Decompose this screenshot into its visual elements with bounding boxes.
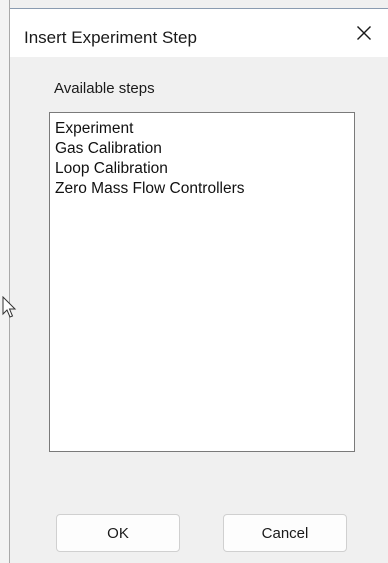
top-border xyxy=(0,0,388,8)
available-steps-listbox[interactable]: Experiment Gas Calibration Loop Calibrat… xyxy=(49,112,355,452)
list-item-experiment[interactable]: Experiment xyxy=(55,119,354,139)
list-item-loop-calibration[interactable]: Loop Calibration xyxy=(55,159,354,179)
mouse-cursor-icon xyxy=(2,296,17,318)
close-button[interactable] xyxy=(340,9,388,57)
dialog-titlebar: Insert Experiment Step xyxy=(10,9,388,57)
list-item-gas-calibration[interactable]: Gas Calibration xyxy=(55,139,354,159)
dialog-body: Available steps Experiment Gas Calibrati… xyxy=(10,57,388,563)
background-window-edge xyxy=(0,0,10,563)
available-steps-label: Available steps xyxy=(54,80,155,97)
cancel-button[interactable]: Cancel xyxy=(223,514,347,552)
ok-button[interactable]: OK xyxy=(56,514,180,552)
insert-experiment-step-dialog: Insert Experiment Step Available steps E… xyxy=(10,8,388,563)
list-item-zero-mass-flow-controllers[interactable]: Zero Mass Flow Controllers xyxy=(55,179,354,199)
close-icon xyxy=(357,26,371,40)
dialog-title: Insert Experiment Step xyxy=(24,28,197,47)
screen: Insert Experiment Step Available steps E… xyxy=(0,0,388,563)
